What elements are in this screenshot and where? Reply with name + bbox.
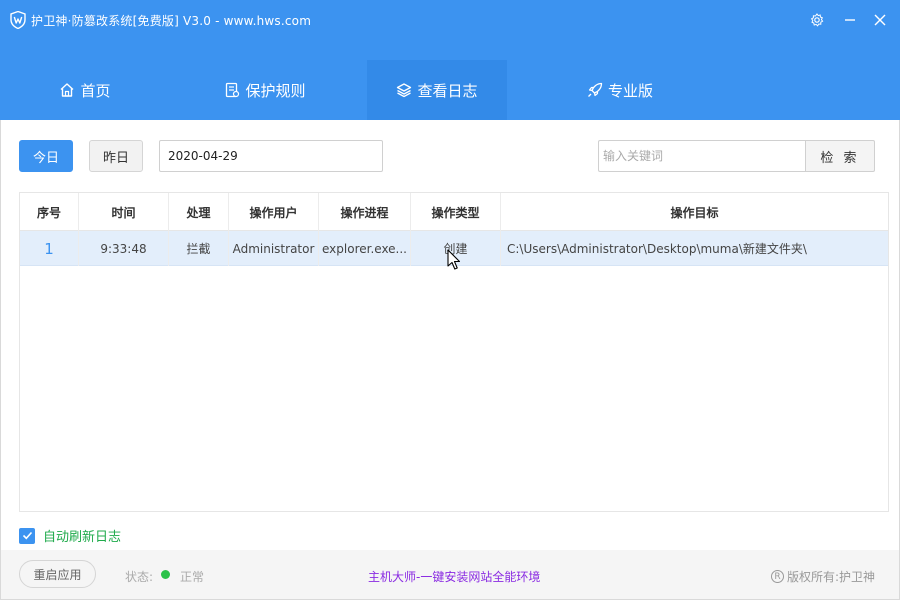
- home-icon: [61, 83, 74, 97]
- tab-pro-edition-label: 专业版: [607, 81, 653, 100]
- status-dot-icon: [161, 570, 170, 579]
- minimize-icon: [845, 19, 855, 21]
- registered-icon: R: [771, 570, 784, 583]
- promo-link[interactable]: 主机大师-一键安装网站全能环境: [368, 568, 540, 585]
- status-label: 状态:: [125, 570, 154, 584]
- close-button[interactable]: [870, 10, 890, 30]
- checkmark-icon: [22, 531, 32, 540]
- minimize-button[interactable]: [840, 10, 860, 30]
- table-header: 序号 时间 处理 操作用户 操作进程 操作类型 操作目标: [20, 193, 888, 231]
- search-input[interactable]: [598, 140, 806, 172]
- col-header-type[interactable]: 操作类型: [411, 193, 501, 231]
- settings-button[interactable]: [807, 10, 827, 30]
- title-bar: 护卫神·防篡改系统[免费版] V3.0 - www.hws.com: [0, 0, 900, 40]
- tab-home-label: 首页: [80, 81, 111, 100]
- log-table: 序号 时间 处理 操作用户 操作进程 操作类型 操作目标 1 9:33:48 拦…: [19, 192, 889, 512]
- auto-refresh-toggle[interactable]: 自动刷新日志: [19, 526, 121, 545]
- auto-refresh-checkbox[interactable]: [19, 527, 35, 544]
- today-button[interactable]: 今日: [19, 140, 73, 172]
- window-title: 护卫神·防篡改系统[免费版] V3.0 - www.hws.com: [31, 14, 312, 28]
- col-header-time[interactable]: 时间: [79, 193, 169, 231]
- mouse-cursor-icon: [447, 249, 461, 270]
- cell-target: C:\Users\Administrator\Desktop\muma\新建文件…: [507, 242, 807, 256]
- col-header-action[interactable]: 处理: [169, 193, 229, 231]
- cell-action: 拦截: [169, 231, 229, 266]
- copyright: R 版权所有:护卫神: [771, 568, 875, 585]
- cell-index: 1: [20, 231, 79, 266]
- log-panel: 今日 昨日 检 索 序号 时间 处理 操作用户 操作进程 操作类型 操作目标 1…: [0, 120, 900, 600]
- tab-home[interactable]: 首页: [0, 60, 170, 120]
- gear-icon: [810, 13, 824, 27]
- tab-protection-rules[interactable]: 保护规则: [180, 60, 350, 120]
- copyright-text: 版权所有:护卫神: [787, 570, 876, 584]
- status-value: 正常: [180, 570, 205, 584]
- shield-logo-icon: [10, 11, 26, 29]
- auto-refresh-label: 自动刷新日志: [43, 530, 122, 545]
- document-icon: [226, 82, 240, 98]
- rocket-icon: [588, 82, 603, 97]
- tab-protection-rules-label: 保护规则: [245, 81, 306, 100]
- search-button[interactable]: 检 索: [805, 140, 875, 172]
- col-header-process[interactable]: 操作进程: [319, 193, 411, 231]
- tab-view-logs[interactable]: 查看日志: [367, 60, 507, 120]
- yesterday-button[interactable]: 昨日: [89, 140, 143, 172]
- cell-time: 9:33:48: [79, 231, 169, 266]
- tab-pro-edition[interactable]: 专业版: [545, 60, 695, 120]
- tab-view-logs-label: 查看日志: [417, 81, 478, 100]
- cell-process: explorer.exe...: [319, 231, 411, 266]
- col-header-index[interactable]: 序号: [20, 193, 79, 231]
- nav-bar: 首页 保护规则 查看日志 专业版: [0, 40, 900, 120]
- col-header-user[interactable]: 操作用户: [229, 193, 319, 231]
- status-bar: 重启应用 状态: 正常 主机大师-一键安装网站全能环境 R 版权所有:护卫神: [1, 550, 899, 599]
- date-input[interactable]: [159, 140, 383, 172]
- col-header-target[interactable]: 操作目标: [501, 193, 888, 231]
- restart-app-button[interactable]: 重启应用: [19, 560, 96, 588]
- layers-icon: [397, 83, 412, 98]
- close-icon: [874, 14, 886, 26]
- cell-user: Administrator: [229, 231, 319, 266]
